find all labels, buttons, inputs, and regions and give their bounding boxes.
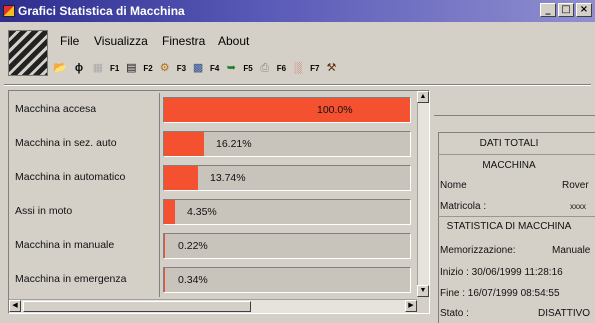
data-label: 4.35% <box>187 206 217 218</box>
scroll-left-icon[interactable]: ◀ <box>9 300 21 312</box>
bar-track: 0.34% <box>163 267 411 293</box>
app-icon <box>3 5 15 17</box>
summary-panel: DATI TOTALI MACCHINA Nome Rover Matricol… <box>434 90 595 323</box>
chart-row: Assi in moto 4.35% <box>11 195 415 229</box>
f4-key-label: F4 <box>210 63 220 73</box>
memorizzazione-value: Manuale <box>552 245 591 256</box>
menu-about[interactable]: About <box>218 34 249 48</box>
chart-row: Macchina in emergenza 0.34% <box>11 263 415 297</box>
summary-header: DATI TOTALI <box>479 138 539 149</box>
open-folder-icon[interactable]: 📂 <box>52 60 68 76</box>
chart-row: Macchina in manuale 0.22% <box>11 229 415 263</box>
stats-section-title: STATISTICA DI MACCHINA <box>446 221 572 232</box>
category-label: Assi in moto <box>15 205 73 217</box>
arrows-icon[interactable]: ➥ <box>223 60 239 76</box>
bar <box>164 132 204 156</box>
nome-label: Nome <box>440 180 467 191</box>
f6-key-label: F6 <box>276 63 287 73</box>
nome-value: Rover <box>562 180 589 191</box>
bar-track: 16.21% <box>163 131 411 157</box>
bar-chart-icon[interactable]: ░ <box>290 60 306 76</box>
chart-row: Macchina in automatico 13.74% <box>11 161 415 195</box>
close-button[interactable]: × <box>576 3 592 17</box>
category-label: Macchina in sez. auto <box>15 137 117 149</box>
toolbar: 📂 ϕ ▦ F1 ▤ F2 ⚙ F3 ▩ F4 ➥ F5 ⎙ F6 ░ F7 ⚒ <box>52 58 472 78</box>
row-divider <box>159 229 160 263</box>
row-divider <box>159 127 160 161</box>
matricola-label: Matricola : <box>440 201 487 212</box>
statistics-chart-panel: Macchina accesa 100.0% Macchina in sez. au… <box>8 90 430 314</box>
row-divider <box>159 263 160 297</box>
menu-finestra[interactable]: Finestra <box>162 34 205 48</box>
fine-timestamp: Fine : 16/07/1999 08:54:55 <box>440 288 560 299</box>
category-label: Macchina accesa <box>15 103 97 115</box>
summary-top-strip <box>434 90 595 116</box>
summary-divider-2 <box>438 216 595 217</box>
bar <box>164 98 410 122</box>
data-label: 100.0% <box>317 104 353 116</box>
minimize-button[interactable]: _ <box>540 3 556 17</box>
menu-visualizza[interactable]: Visualizza <box>94 34 148 48</box>
chart-icon[interactable]: ▤ <box>123 60 139 76</box>
vertical-scrollbar[interactable]: ▲ ▼ <box>417 91 429 297</box>
bar-track: 13.74% <box>163 165 411 191</box>
machine-section-title: MACCHINA <box>482 160 536 171</box>
category-label: Macchina in manuale <box>15 239 115 251</box>
title-bar: Grafici Statistica di Macchina _ □ × <box>0 0 595 22</box>
bar <box>164 166 198 190</box>
printer-icon[interactable]: ⎙ <box>257 60 273 76</box>
document-icon[interactable]: ▩ <box>190 60 206 76</box>
summary-divider <box>438 154 595 155</box>
data-label: 13.74% <box>210 172 246 184</box>
bar-track: 0.22% <box>163 233 411 259</box>
scroll-down-icon[interactable]: ▼ <box>417 285 429 297</box>
stato-label: Stato : <box>440 308 469 319</box>
window-title: Grafici Statistica di Macchina <box>18 4 185 18</box>
f2-key-label: F2 <box>143 63 153 73</box>
data-label: 0.22% <box>178 240 208 252</box>
f7-key-label: F7 <box>310 63 320 73</box>
horizontal-scrollbar[interactable]: ◀ ▶ <box>9 299 417 313</box>
menu-file[interactable]: File <box>60 34 79 48</box>
matricola-value: xxxx <box>570 202 586 211</box>
toolbar-separator <box>4 84 591 86</box>
window-controls: _ □ × <box>540 3 592 17</box>
bar <box>164 200 175 224</box>
bar <box>164 234 165 258</box>
bar-track: 100.0% <box>163 97 411 123</box>
bar <box>164 268 165 292</box>
lightning-icon[interactable]: ϕ <box>71 60 87 76</box>
chart-row: Macchina in sez. auto 16.21% <box>11 127 415 161</box>
gear-chart-icon[interactable]: ⚙ <box>157 60 173 76</box>
inizio-timestamp: Inizio : 30/06/1999 11:28:16 <box>440 267 563 278</box>
data-label: 16.21% <box>216 138 252 150</box>
disabled-tool-icon[interactable]: ▦ <box>90 60 106 76</box>
category-label: Macchina in emergenza <box>15 273 127 285</box>
stato-value: DISATTIVO <box>538 308 591 319</box>
scroll-up-icon[interactable]: ▲ <box>417 91 429 103</box>
memorizzazione-label: Memorizzazione: <box>440 245 516 256</box>
row-divider <box>159 93 160 127</box>
scroll-right-icon[interactable]: ▶ <box>405 300 417 312</box>
maximize-button[interactable]: □ <box>558 3 574 17</box>
row-divider <box>159 195 160 229</box>
bar-track: 4.35% <box>163 199 411 225</box>
menu-bar: File Visualizza Finestra About <box>0 30 595 50</box>
tools-icon[interactable]: ⚒ <box>323 60 339 76</box>
category-label: Macchina in automatico <box>15 171 126 183</box>
f1-key-label: F1 <box>110 63 120 73</box>
f3-key-label: F3 <box>176 63 187 73</box>
chart-row: Macchina accesa 100.0% <box>11 93 415 127</box>
f5-key-label: F5 <box>243 63 253 73</box>
horizontal-scroll-thumb[interactable] <box>23 301 251 312</box>
row-divider <box>159 161 160 195</box>
data-label: 0.34% <box>178 274 208 286</box>
